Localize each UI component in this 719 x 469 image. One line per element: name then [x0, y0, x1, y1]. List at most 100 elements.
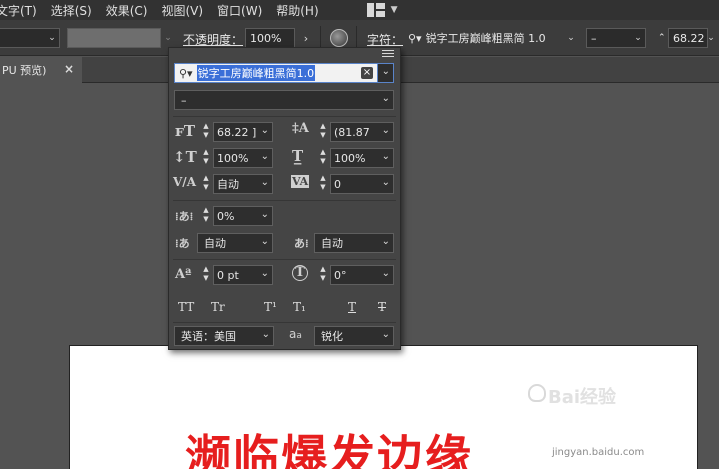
- chevron-right-icon[interactable]: ›: [298, 28, 314, 48]
- opacity-label[interactable]: 不透明度：: [183, 31, 243, 48]
- baseline-shift-icon: Aª: [175, 267, 192, 282]
- kerning-field[interactable]: 自动 ⌄: [213, 174, 273, 194]
- tracking-value: 0: [334, 177, 341, 191]
- style-swatch[interactable]: [67, 28, 161, 48]
- stepper-icon[interactable]: ▲ ▼: [318, 122, 328, 142]
- insert-space-right-dropdown[interactable]: 自动 ⌄: [314, 233, 394, 253]
- superscript-button[interactable]: T¹: [264, 300, 277, 314]
- baidu-paw-icon: [528, 384, 546, 402]
- font-style-value: –: [181, 93, 187, 107]
- stepper-icon[interactable]: ▲ ▼: [318, 174, 328, 194]
- chevron-down-icon[interactable]: ⌄: [630, 28, 646, 48]
- font-size-icon: ꜰT: [175, 122, 196, 140]
- chevron-down-icon: ⌄: [260, 125, 269, 136]
- insert-space-right-value: 自动: [321, 237, 343, 250]
- insert-space-left-value: 自动: [204, 237, 226, 250]
- stepper-icon[interactable]: ⌃: [654, 28, 666, 48]
- font-family-text: 锐字工房巅峰粗黑简 1.0: [425, 32, 546, 45]
- search-icon: ⚲▾: [179, 66, 193, 80]
- stepper-icon[interactable]: ▲ ▼: [201, 265, 211, 285]
- menu-view[interactable]: 视图(V): [161, 2, 211, 19]
- stepper-icon[interactable]: ▲ ▼: [201, 148, 211, 168]
- font-family-dropdown[interactable]: ⌄: [377, 63, 394, 83]
- language-value: 英语：美国: [181, 330, 236, 343]
- strikethrough-button[interactable]: T: [378, 300, 386, 314]
- underline-button[interactable]: T: [348, 300, 356, 314]
- chevron-down-icon: ⌄: [260, 236, 269, 247]
- tsume-value: 0%: [217, 209, 235, 223]
- kerning-icon: V/A: [173, 175, 197, 189]
- document-tab[interactable]: PU 预览) ×: [0, 57, 82, 83]
- kerning-value: 自动: [217, 178, 239, 191]
- font-style-dropdown[interactable]: – ⌄: [174, 90, 394, 110]
- horizontal-scale-field[interactable]: 100% ⌄: [330, 148, 394, 168]
- antialias-dropdown[interactable]: 锐化 ⌄: [314, 326, 394, 346]
- chevron-down-icon: ⌄: [381, 93, 390, 104]
- menu-help[interactable]: 帮助(H): [276, 2, 326, 19]
- chevron-down-icon: ⌄: [260, 177, 269, 188]
- watermark-url: jingyan.baidu.com: [552, 447, 645, 458]
- all-caps-button[interactable]: TT: [178, 300, 194, 314]
- divider: [173, 322, 396, 323]
- vertical-scale-field[interactable]: 100% ⌄: [213, 148, 273, 168]
- insert-space-left-dropdown[interactable]: 自动 ⌄: [197, 233, 273, 253]
- stepper-icon[interactable]: ▲ ▼: [201, 174, 211, 194]
- chevron-down-icon: ⌄: [261, 329, 270, 340]
- menu-effect[interactable]: 效果(C): [106, 2, 156, 19]
- chevron-down-icon: ⌄: [381, 236, 390, 247]
- small-caps-button[interactable]: Tr: [211, 300, 225, 314]
- stepper-icon[interactable]: ▲ ▼: [201, 122, 211, 142]
- leading-icon: ‡A: [292, 121, 309, 136]
- tsume-field[interactable]: 0% ⌄: [213, 206, 273, 226]
- tracking-icon: VA: [291, 175, 310, 188]
- chevron-down-icon: ⌄: [381, 125, 390, 136]
- chevron-down-icon[interactable]: ⌄: [703, 28, 719, 48]
- font-family-input[interactable]: ⚲▾ 锐字工房巅峰粗黑简1.0 ×: [174, 63, 378, 83]
- font-size-field[interactable]: 68.22: [668, 28, 708, 48]
- divider: [173, 116, 396, 117]
- character-rotation-icon: T: [292, 265, 308, 281]
- tab-label: PU 预览): [2, 64, 47, 77]
- workspace-switcher-icon[interactable]: [366, 3, 385, 17]
- font-size-value: 68.22 ]: [217, 125, 257, 139]
- chevron-down-icon[interactable]: ▼: [391, 5, 398, 15]
- chevron-down-icon[interactable]: ⌄: [563, 28, 579, 48]
- divider: [173, 259, 396, 260]
- opacity-input[interactable]: 100%: [245, 28, 295, 48]
- menu-type[interactable]: 文字(T): [0, 2, 45, 19]
- menu-window[interactable]: 窗口(W): [217, 2, 270, 19]
- subscript-button[interactable]: T₁: [293, 300, 306, 314]
- character-panel: ⚲▾ 锐字工房巅峰粗黑简1.0 × ⌄ – ⌄ ꜰT ▲ ▼ 68.22 ] ⌄ …: [168, 47, 401, 350]
- tracking-field[interactable]: 0 ⌄: [330, 174, 394, 194]
- menu-select[interactable]: 选择(S): [51, 2, 100, 19]
- antialias-value: 锐化: [321, 330, 343, 343]
- chevron-down-icon: ⌄: [381, 177, 390, 188]
- close-icon[interactable]: ×: [64, 62, 74, 76]
- watermark-text: Bai经验: [548, 387, 617, 408]
- chevron-down-icon[interactable]: ⌄: [44, 28, 60, 48]
- chevron-down-icon[interactable]: ⌄: [160, 28, 176, 48]
- font-size-field[interactable]: 68.22 ] ⌄: [213, 122, 273, 142]
- language-dropdown[interactable]: 英语：美国 ⌄: [174, 326, 274, 346]
- leading-field[interactable]: (81.87 ⌄: [330, 122, 394, 142]
- recolor-globe-icon[interactable]: [330, 29, 348, 47]
- chevron-down-icon: ⌄: [381, 151, 390, 162]
- headline-text[interactable]: 濒临爆发边缘: [185, 421, 473, 469]
- panel-menu-icon[interactable]: [382, 50, 394, 58]
- stepper-icon[interactable]: ▲ ▼: [318, 148, 328, 168]
- clear-icon[interactable]: ×: [361, 67, 373, 79]
- rotation-value: 0°: [334, 268, 347, 282]
- font-family-selected-text: 锐字工房巅峰粗黑简1.0: [196, 65, 316, 81]
- chevron-down-icon: ⌄: [260, 209, 269, 220]
- stepper-icon[interactable]: ▲ ▼: [201, 206, 211, 226]
- menu-bar: 文字(T) 选择(S) 效果(C) 视图(V) 窗口(W) 帮助(H) ▼: [0, 0, 719, 20]
- vertical-scale-value: 100%: [217, 151, 249, 165]
- rotation-field[interactable]: 0° ⌄: [330, 265, 394, 285]
- vertical-scale-icon: ↕T: [173, 148, 197, 166]
- font-family-field[interactable]: ⚲▾ 锐字工房巅峰粗黑简 1.0: [404, 28, 564, 48]
- stepper-icon[interactable]: ▲ ▼: [318, 265, 328, 285]
- baseline-shift-field[interactable]: 0 pt ⌄: [213, 265, 273, 285]
- leading-value: (81.87: [334, 125, 370, 139]
- character-label[interactable]: 字符：: [367, 31, 403, 48]
- insert-space-left-icon: ⁞あ: [175, 237, 190, 250]
